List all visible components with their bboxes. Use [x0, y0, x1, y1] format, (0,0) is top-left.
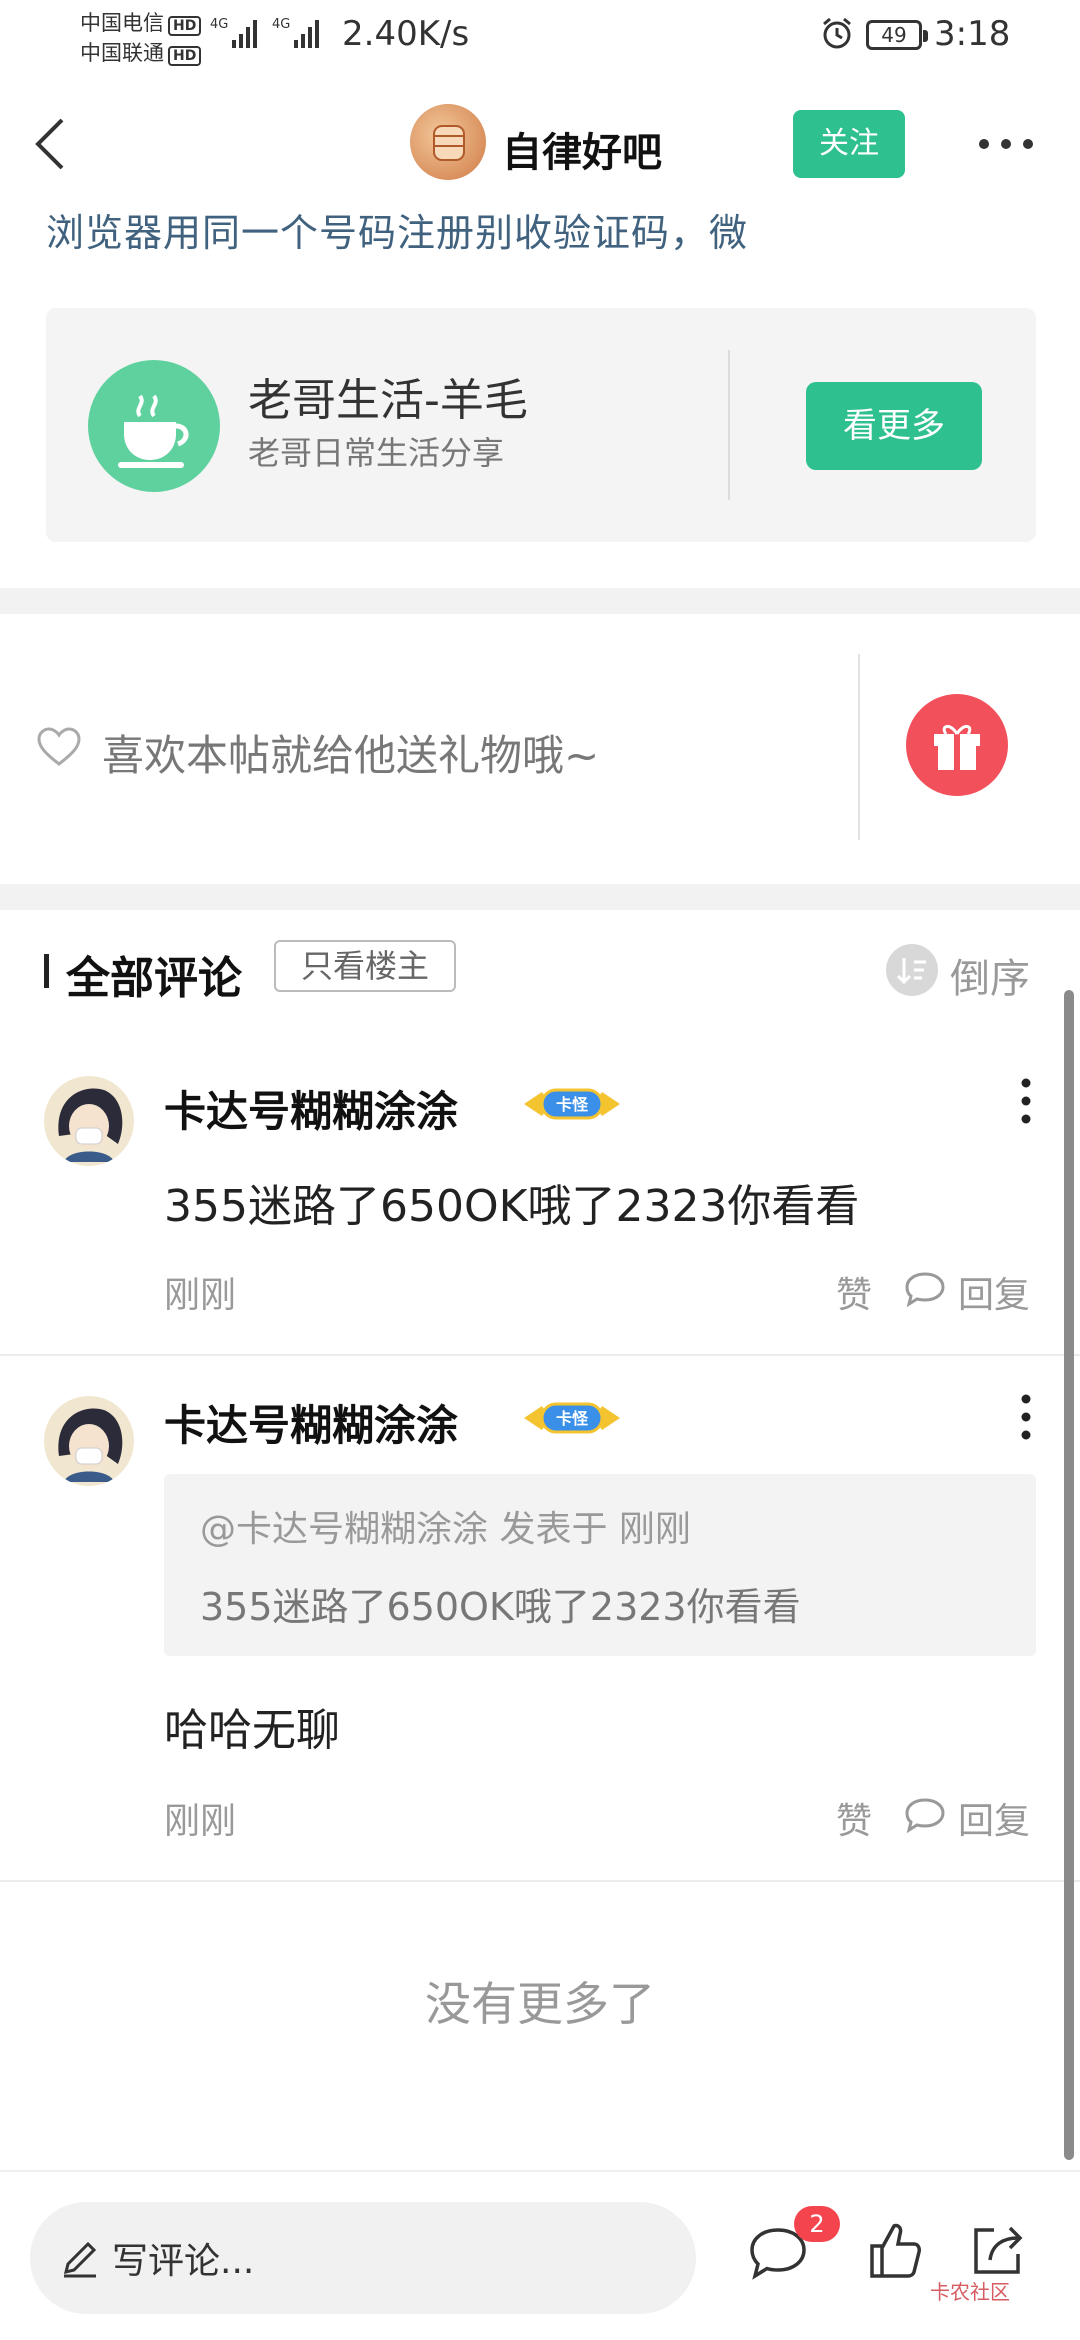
comment-username[interactable]: 卡达号糊糊涂涂 [164, 1392, 458, 1453]
comment-time: 刚刚 [164, 1275, 237, 1316]
signal-icon: 4G 4G [210, 17, 319, 48]
view-more-button[interactable]: 看更多 [806, 382, 982, 470]
gift-row: 喜欢本帖就给他送礼物哦~ [0, 614, 1080, 882]
comment-item: 卡达号糊糊涂涂 卡怪 @卡达号糊糊涂涂 发表于 刚刚 355迷路了650OK哦了… [0, 1356, 1080, 1882]
forum-avatar-icon[interactable] [410, 104, 486, 180]
sort-icon[interactable] [886, 944, 938, 996]
sort-label[interactable]: 倒序 [950, 946, 1030, 1004]
clock: 3:18 [934, 14, 1011, 54]
carrier-info: 中国电信 HD 中国联通 HD [80, 8, 202, 68]
reply-icon[interactable] [904, 1796, 946, 1834]
gift-button[interactable] [906, 694, 1008, 796]
comment-more-icon[interactable] [1014, 1392, 1038, 1442]
user-badge: 卡怪 [520, 1082, 624, 1126]
comment-time: 刚刚 [164, 1801, 237, 1842]
avatar[interactable] [44, 1076, 134, 1166]
comment-body: 哈哈无聊 [164, 1705, 340, 1756]
battery-indicator: 49 [866, 20, 928, 50]
comments-title: 全部评论 [66, 953, 242, 1004]
divider [858, 654, 860, 840]
comment-count-badge: 2 [794, 2206, 840, 2242]
fist-icon [433, 125, 465, 161]
pen-icon [63, 2241, 97, 2278]
user-badge: 卡怪 [520, 1396, 624, 1440]
alarm-icon [823, 17, 851, 49]
status-bar: 中国电信 HD 中国联通 HD 4G 4G 2.40K/s 49 3:18 [0, 0, 1080, 72]
quoted-comment: @卡达号糊糊涂涂 发表于 刚刚 355迷路了650OK哦了2323你看看 [164, 1474, 1036, 1656]
like-button[interactable]: 赞 [836, 1792, 872, 1844]
comment-username[interactable]: 卡达号糊糊涂涂 [164, 1078, 458, 1139]
section-separator [0, 884, 1080, 910]
svg-text:4G: 4G [210, 17, 228, 32]
end-of-list: 没有更多了 [425, 1977, 655, 2031]
quote-text: 355迷路了650OK哦了2323你看看 [200, 1585, 801, 1629]
gift-icon [934, 725, 980, 770]
heart-icon[interactable] [36, 726, 82, 768]
bottom-bar: 写评论... 2 卡农社区 [0, 2170, 1080, 2340]
divider [728, 350, 730, 500]
reply-icon[interactable] [904, 1270, 946, 1308]
source-card[interactable]: 老哥生活-羊毛 老哥日常生活分享 看更多 [46, 308, 1036, 542]
like-button[interactable]: 赞 [836, 1266, 872, 1318]
scrollbar[interactable] [1064, 990, 1074, 2160]
top-nav: 自律好吧 关注 [0, 92, 1080, 198]
write-comment-label: 写评论... [112, 2241, 255, 2282]
network-speed: 2.40K/s [342, 14, 470, 54]
hd-badge: HD [168, 16, 202, 36]
source-title: 老哥生活-羊毛 [248, 375, 528, 426]
svg-text:卡怪: 卡怪 [556, 1409, 589, 1428]
comment-body: 355迷路了650OK哦了2323你看看 [164, 1181, 860, 1232]
reply-button[interactable]: 回复 [958, 1792, 1030, 1844]
coffee-cup-icon [88, 360, 220, 492]
op-only-button[interactable]: 只看楼主 [274, 940, 456, 992]
carrier-1: 中国电信 [80, 11, 164, 35]
more-options-icon[interactable] [978, 132, 1034, 156]
comment-more-icon[interactable] [1014, 1076, 1038, 1126]
forum-name[interactable]: 自律好吧 [502, 120, 662, 178]
svg-text:4G: 4G [272, 17, 290, 32]
carrier-2: 中国联通 [80, 41, 164, 65]
source-subtitle: 老哥日常生活分享 [248, 434, 505, 472]
follow-button[interactable]: 关注 [793, 110, 905, 178]
reply-button[interactable]: 回复 [958, 1266, 1030, 1318]
divider [0, 1880, 1080, 1882]
quote-meta: @卡达号糊糊涂涂 发表于 刚刚 [200, 1509, 691, 1550]
thumbs-up-icon[interactable] [868, 2220, 922, 2280]
comment-item: 卡达号糊糊涂涂 卡怪 355迷路了650OK哦了2323你看看 刚刚 赞 回复 [0, 1040, 1080, 1356]
hd-badge: HD [168, 46, 202, 66]
svg-text:卡怪: 卡怪 [556, 1095, 589, 1114]
comments-header: 全部评论 只看楼主 倒序 [0, 910, 1080, 1030]
accent-bar [44, 954, 49, 988]
watermark: 卡农社区 [930, 2280, 1010, 2304]
post-body-text: 浏览器用同一个号码注册别收验证码，微 [46, 211, 749, 255]
back-arrow-icon[interactable] [28, 114, 78, 174]
write-comment-input[interactable]: 写评论... [30, 2202, 696, 2314]
avatar[interactable] [44, 1396, 134, 1486]
gift-prompt: 喜欢本帖就给他送礼物哦~ [102, 731, 600, 780]
section-separator [0, 588, 1080, 614]
share-icon[interactable] [968, 2220, 1028, 2280]
